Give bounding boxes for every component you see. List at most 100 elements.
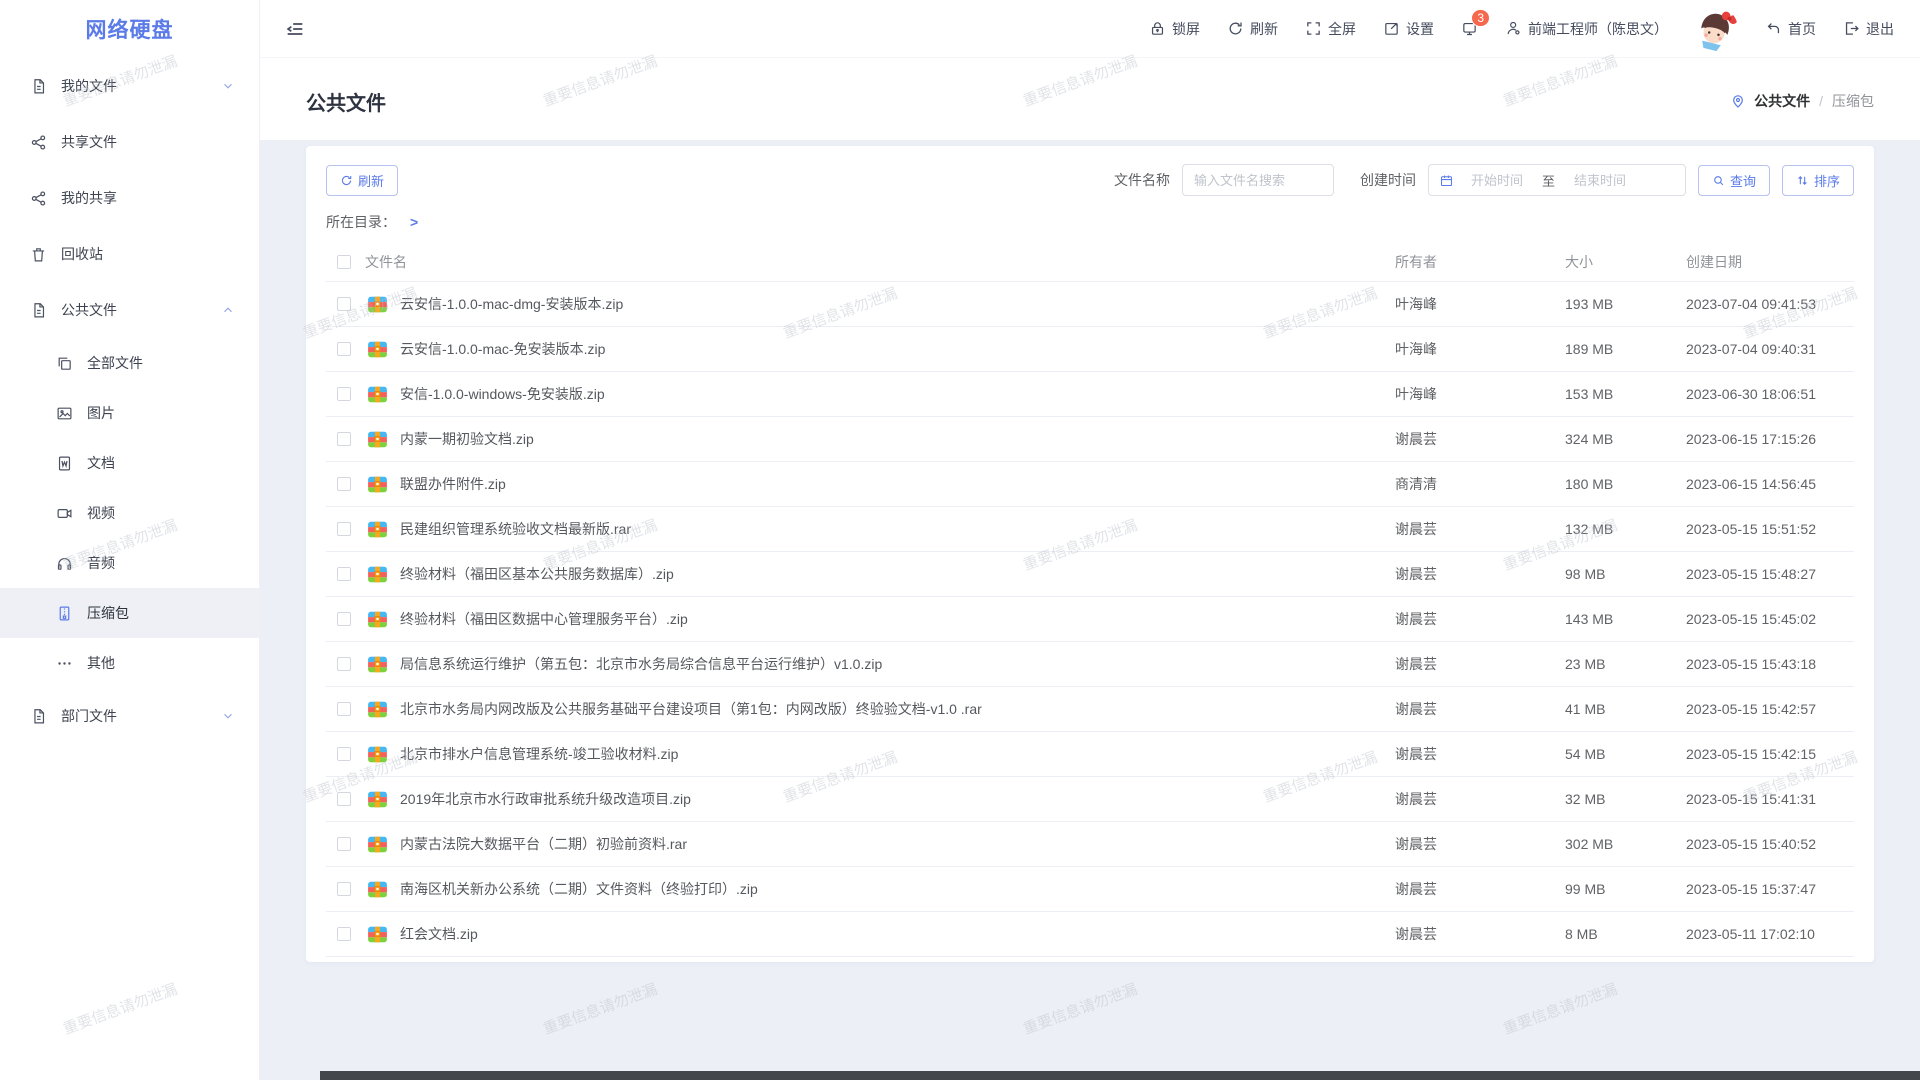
file-name[interactable]: 北京市排水户信息管理系统-竣工验收材料.zip: [400, 744, 1395, 764]
table-row[interactable]: 终验材料（福田区基本公共服务数据库）.zip 谢晨芸 98 MB 2023-05…: [326, 552, 1854, 597]
select-all-checkbox[interactable]: [337, 255, 351, 269]
file-name[interactable]: 南海区机关新办公系统（二期）文件资料（终验打印）.zip: [400, 879, 1395, 899]
column-header-size: 大小: [1565, 252, 1686, 272]
file-size: 143 MB: [1565, 611, 1686, 627]
table-row[interactable]: 红会文档.zip 谢晨芸 8 MB 2023-05-11 17:02:10: [326, 912, 1854, 957]
row-checkbox[interactable]: [337, 837, 351, 851]
file-name[interactable]: 云安信-1.0.0-mac-免安装版本.zip: [400, 339, 1395, 359]
fullscreen-button[interactable]: 全屏: [1305, 19, 1356, 39]
sidebar-item-shared-files[interactable]: 共享文件: [0, 114, 259, 170]
file-icon: [30, 78, 47, 95]
sidebar-item-recycle-bin[interactable]: 回收站: [0, 226, 259, 282]
lock-screen-button[interactable]: 锁屏: [1149, 19, 1200, 39]
file-size: 302 MB: [1565, 836, 1686, 852]
sidebar-item-my-files[interactable]: 我的文件: [0, 58, 259, 114]
page-header: 公共文件 公共文件 / 压缩包: [260, 58, 1920, 140]
table-row[interactable]: 内蒙古法院大数据平台（二期）初验前资料.rar 谢晨芸 302 MB 2023-…: [326, 822, 1854, 867]
sidebar-item-label: 压缩包: [87, 603, 129, 623]
notifications-button[interactable]: 3: [1461, 20, 1478, 37]
sidebar-item-images[interactable]: 图片: [0, 388, 259, 438]
file-name[interactable]: 红会文档.zip: [400, 924, 1395, 944]
logout-button[interactable]: 退出: [1843, 19, 1894, 39]
sidebar-collapse-button[interactable]: [284, 18, 306, 40]
sort-button[interactable]: 排序: [1782, 165, 1854, 196]
sidebar-item-all-files[interactable]: 全部文件: [0, 338, 259, 388]
file-name[interactable]: 北京市水务局内网改版及公共服务基础平台建设项目（第1包：内网改版）终验验文档-v…: [400, 699, 1395, 719]
file-owner: 谢晨芸: [1395, 654, 1565, 674]
file-name[interactable]: 民建组织管理系统验收文档最新版.rar: [400, 519, 1395, 539]
sidebar-item-label: 视频: [87, 503, 115, 523]
file-size: 189 MB: [1565, 341, 1686, 357]
row-checkbox[interactable]: [337, 747, 351, 761]
sidebar-item-label: 共享文件: [61, 132, 117, 152]
query-button[interactable]: 查询: [1698, 165, 1770, 196]
zip-file-icon: [367, 924, 388, 945]
table-row[interactable]: 北京市水务局内网改版及公共服务基础平台建设项目（第1包：内网改版）终验验文档-v…: [326, 687, 1854, 732]
row-checkbox[interactable]: [337, 297, 351, 311]
sidebar-item-my-shares[interactable]: 我的共享: [0, 170, 259, 226]
table-row[interactable]: 云安信-1.0.0-mac-免安装版本.zip 叶海峰 189 MB 2023-…: [326, 327, 1854, 372]
table-row[interactable]: 局信息系统运行维护（第五包：北京市水务局综合信息平台运行维护）v1.0.zip …: [326, 642, 1854, 687]
table-row[interactable]: 南海区机关新办公系统（二期）文件资料（终验打印）.zip 谢晨芸 99 MB 2…: [326, 867, 1854, 912]
user-menu[interactable]: 前端工程师（陈思文）: [1505, 19, 1668, 39]
sidebar-item-label: 图片: [87, 403, 115, 423]
file-name[interactable]: 安信-1.0.0-windows-免安装版.zip: [400, 384, 1395, 404]
file-icon: [30, 302, 47, 319]
file-name[interactable]: 局信息系统运行维护（第五包：北京市水务局综合信息平台运行维护）v1.0.zip: [400, 654, 1395, 674]
row-checkbox[interactable]: [337, 567, 351, 581]
sidebar-item-archives[interactable]: 压缩包: [0, 588, 259, 638]
sidebar-item-label: 全部文件: [87, 353, 143, 373]
row-checkbox[interactable]: [337, 432, 351, 446]
refresh-page-button[interactable]: 刷新: [1227, 19, 1278, 39]
home-button[interactable]: 首页: [1765, 19, 1816, 39]
row-checkbox[interactable]: [337, 522, 351, 536]
sidebar-item-other[interactable]: 其他: [0, 638, 259, 688]
file-name[interactable]: 联盟办件附件.zip: [400, 474, 1395, 494]
zip-file-icon: [367, 879, 388, 900]
sidebar-item-department-files[interactable]: 部门文件: [0, 688, 259, 744]
horizontal-scrollbar[interactable]: [320, 1071, 1920, 1080]
row-checkbox[interactable]: [337, 612, 351, 626]
sidebar-item-videos[interactable]: 视频: [0, 488, 259, 538]
row-checkbox[interactable]: [337, 792, 351, 806]
row-checkbox[interactable]: [337, 342, 351, 356]
file-name[interactable]: 云安信-1.0.0-mac-dmg-安装版本.zip: [400, 294, 1395, 314]
breadcrumb-parent[interactable]: 公共文件: [1754, 91, 1810, 111]
table-row[interactable]: 2019年北京市水行政审批系统升级改造项目.zip 谢晨芸 32 MB 2023…: [326, 777, 1854, 822]
zip-file-icon: [367, 609, 388, 630]
date-range-picker[interactable]: 至: [1428, 164, 1686, 196]
row-checkbox[interactable]: [337, 657, 351, 671]
refresh-list-button[interactable]: 刷新: [326, 165, 398, 196]
sidebar-item-public-files[interactable]: 公共文件: [0, 282, 259, 338]
directory-root-arrow[interactable]: >: [410, 214, 418, 230]
action-label: 设置: [1406, 19, 1434, 39]
zip-file-icon: [367, 654, 388, 675]
start-date-input[interactable]: [1454, 173, 1540, 188]
row-checkbox[interactable]: [337, 387, 351, 401]
file-name-label: 文件名称: [1114, 170, 1170, 190]
file-name-search-input[interactable]: [1182, 164, 1334, 196]
end-date-input[interactable]: [1557, 173, 1643, 188]
table-row[interactable]: 内蒙一期初验文档.zip 谢晨芸 324 MB 2023-06-15 17:15…: [326, 417, 1854, 462]
action-label: 全屏: [1328, 19, 1356, 39]
table-row[interactable]: 民建组织管理系统验收文档最新版.rar 谢晨芸 132 MB 2023-05-1…: [326, 507, 1854, 552]
table-row[interactable]: 终验材料（福田区数据中心管理服务平台）.zip 谢晨芸 143 MB 2023-…: [326, 597, 1854, 642]
settings-button[interactable]: 设置: [1383, 19, 1434, 39]
table-row[interactable]: 安信-1.0.0-windows-免安装版.zip 叶海峰 153 MB 202…: [326, 372, 1854, 417]
row-checkbox[interactable]: [337, 477, 351, 491]
table-row[interactable]: 北京市排水户信息管理系统-竣工验收材料.zip 谢晨芸 54 MB 2023-0…: [326, 732, 1854, 777]
logout-icon: [1843, 20, 1860, 37]
row-checkbox[interactable]: [337, 702, 351, 716]
file-name[interactable]: 内蒙一期初验文档.zip: [400, 429, 1395, 449]
sidebar-item-documents[interactable]: 文档: [0, 438, 259, 488]
row-checkbox[interactable]: [337, 927, 351, 941]
file-name[interactable]: 内蒙古法院大数据平台（二期）初验前资料.rar: [400, 834, 1395, 854]
sidebar-item-audio[interactable]: 音频: [0, 538, 259, 588]
table-row[interactable]: 云安信-1.0.0-mac-dmg-安装版本.zip 叶海峰 193 MB 20…: [326, 282, 1854, 327]
file-name[interactable]: 终验材料（福田区数据中心管理服务平台）.zip: [400, 609, 1395, 629]
file-name[interactable]: 终验材料（福田区基本公共服务数据库）.zip: [400, 564, 1395, 584]
user-avatar[interactable]: [1692, 6, 1738, 52]
row-checkbox[interactable]: [337, 882, 351, 896]
file-name[interactable]: 2019年北京市水行政审批系统升级改造项目.zip: [400, 789, 1395, 809]
table-row[interactable]: 联盟办件附件.zip 商清清 180 MB 2023-06-15 14:56:4…: [326, 462, 1854, 507]
